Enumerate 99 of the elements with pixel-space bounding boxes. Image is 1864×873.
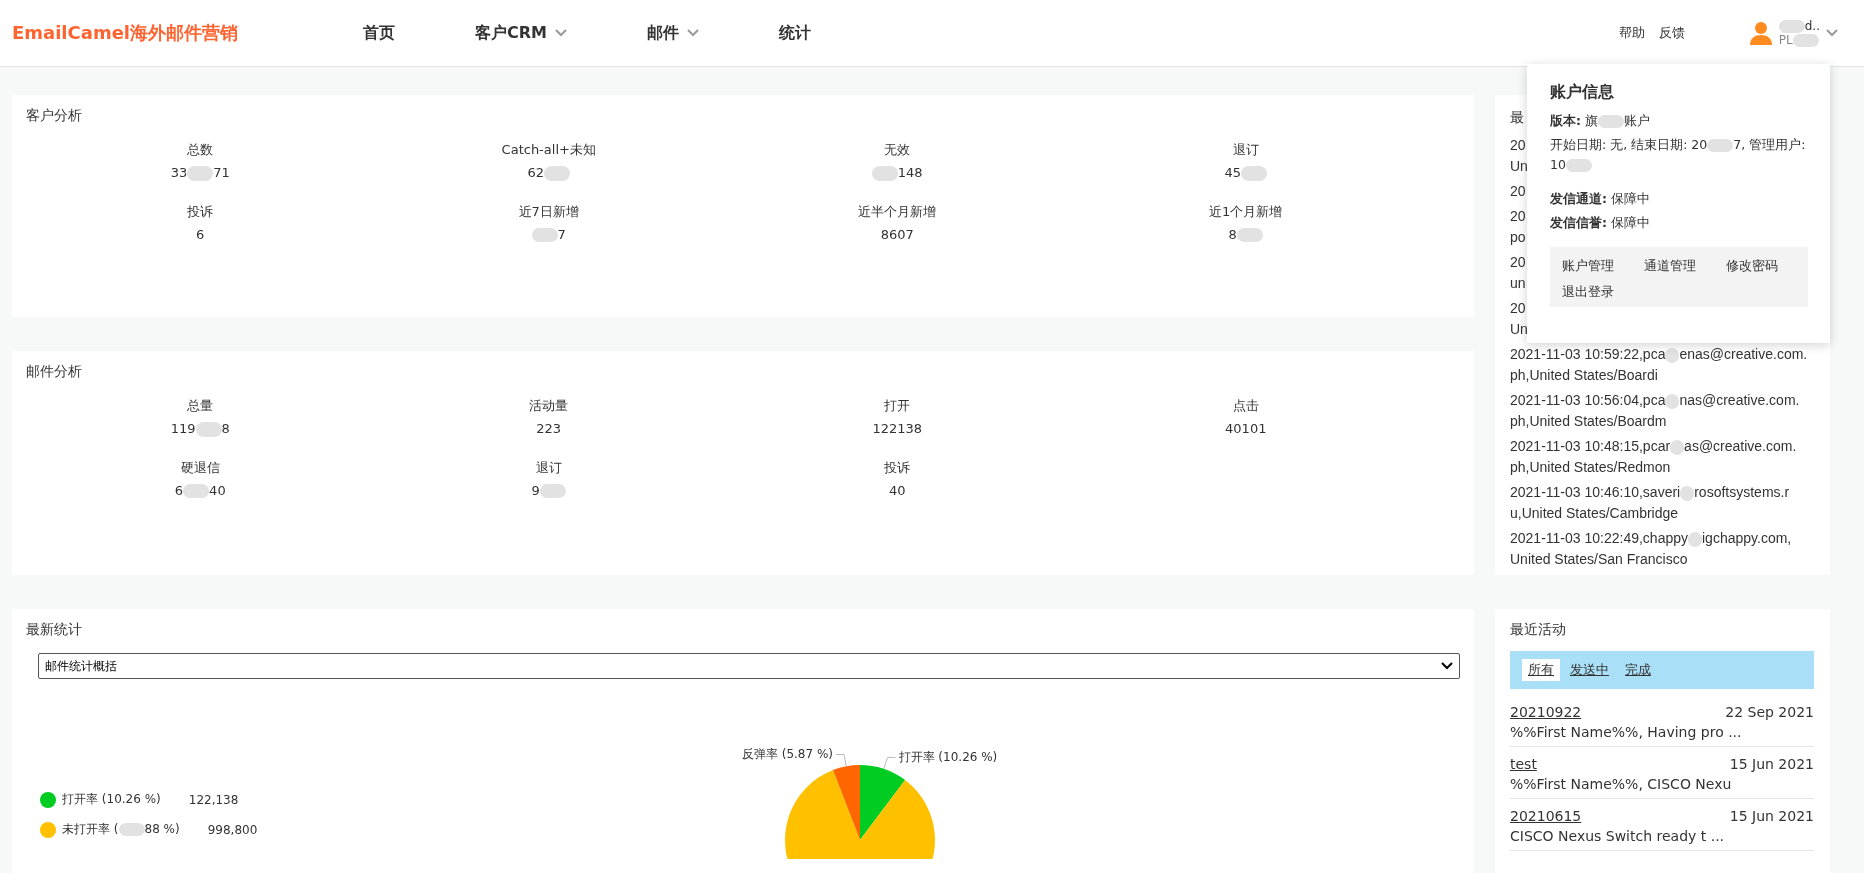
stat-value: 40101 bbox=[1225, 421, 1267, 436]
stat-label: 无效 bbox=[884, 141, 911, 159]
campaign-preview: %%First Name%%, Having pro ... bbox=[1510, 723, 1743, 741]
open-record: 20 bbox=[1510, 182, 1526, 201]
stat-label: 硬退信 bbox=[180, 458, 220, 477]
stat-label: 退订 bbox=[1232, 141, 1259, 159]
legend-value: 998,800 bbox=[207, 822, 258, 837]
open-record: Un bbox=[1510, 157, 1528, 176]
open-record: u,United States/Cambridge bbox=[1510, 504, 1679, 523]
legend-label: 打开率 (10.26 %) bbox=[62, 791, 161, 808]
open-record: ph,United States/Boardi bbox=[1510, 366, 1658, 385]
open-record: ph,United States/Boardm bbox=[1510, 412, 1667, 431]
open-record: 2021-11-03 10:22:49,chappy igchappy.com, bbox=[1510, 529, 1792, 549]
open-record: 2021-11-03 10:56:04,pca nas@creative.com. bbox=[1510, 391, 1800, 411]
section-title: 最近活动 bbox=[1510, 621, 1567, 639]
stat-value: 9 bbox=[531, 482, 566, 499]
status-value: 保障中 bbox=[1611, 191, 1651, 206]
account-action[interactable]: 修改密码 bbox=[1726, 257, 1778, 275]
campaign-date: 22 Sep 2021 bbox=[1725, 703, 1814, 721]
stat-label: 点击 bbox=[1232, 397, 1259, 415]
stat-value: 6 40 bbox=[174, 482, 226, 499]
stat-label: 打开 bbox=[884, 397, 911, 415]
header-link[interactable]: 反馈 bbox=[1658, 24, 1685, 42]
legend-value: 122,138 bbox=[188, 792, 239, 807]
chevron-down-icon bbox=[555, 29, 567, 37]
open-record: 2021-11-03 10:48:15,pcar as@creative.com. bbox=[1510, 437, 1797, 457]
campaign-link[interactable]: 20210922 bbox=[1510, 703, 1726, 721]
open-record: po bbox=[1510, 228, 1526, 247]
stat-value: 119 8 bbox=[170, 421, 230, 437]
select-field[interactable]: 邮件统计概括 bbox=[38, 653, 1460, 679]
section-title: 最 bbox=[1510, 109, 1524, 127]
stat-value: 8607 bbox=[880, 226, 914, 242]
slice-label: 反弹率 (5.87 %) bbox=[741, 747, 834, 762]
legend-label: 未打开率 ( 88 %) bbox=[62, 821, 180, 838]
stat-value: 62 bbox=[527, 165, 570, 181]
stat-label: Catch-all+未知 bbox=[501, 141, 596, 159]
filter-tab[interactable]: 所有 bbox=[1522, 659, 1560, 681]
status-label: 发信通道: bbox=[1550, 191, 1608, 206]
stat-value: 223 bbox=[536, 421, 562, 436]
section-title: 客户分析 bbox=[26, 107, 83, 125]
open-record: 20 bbox=[1510, 253, 1526, 272]
open-record: United States/San Francisco bbox=[1510, 550, 1688, 569]
nav-item[interactable]: 邮件 bbox=[647, 22, 699, 44]
open-record: 20 bbox=[1510, 136, 1526, 155]
campaign-link[interactable]: 20210615 bbox=[1510, 807, 1730, 825]
stat-label: 投诉 bbox=[187, 202, 214, 221]
stat-value: 8 bbox=[1228, 226, 1263, 243]
account-action[interactable]: 退出登录 bbox=[1562, 283, 1614, 301]
stat-value: 7 bbox=[531, 226, 566, 243]
account-action[interactable]: 通道管理 bbox=[1644, 257, 1696, 275]
stat-label: 投诉 bbox=[884, 458, 911, 477]
open-record: ph,United States/Redmon bbox=[1510, 458, 1671, 477]
header-link[interactable]: 帮助 bbox=[1618, 24, 1645, 42]
leader-line bbox=[835, 754, 847, 767]
chevron-down-icon bbox=[687, 29, 699, 37]
stat-label: 活动量 bbox=[529, 397, 569, 415]
section-title: 最新统计 bbox=[26, 621, 83, 639]
filter-tab[interactable]: 完成 bbox=[1619, 659, 1657, 681]
stat-value: 33 71 bbox=[170, 165, 230, 181]
campaign-date: 15 Jun 2021 bbox=[1729, 807, 1814, 825]
stat-label: 总数 bbox=[187, 141, 214, 159]
user-avatar-icon[interactable] bbox=[1748, 21, 1773, 45]
open-record: Un bbox=[1510, 320, 1528, 339]
nav-item[interactable]: 客户CRM bbox=[475, 22, 567, 44]
slice-label: 打开率 (10.26 %) bbox=[898, 750, 998, 765]
account-dates: 开始日期: 无, 结束日期: 20 7, 管理用户: 10 bbox=[1550, 136, 1807, 175]
edition-label: 版本: bbox=[1550, 113, 1582, 128]
status-label: 发信信誉: bbox=[1550, 215, 1608, 230]
campaign-link[interactable]: test bbox=[1510, 755, 1730, 773]
stat-label: 退订 bbox=[535, 458, 562, 477]
chevron-down-icon bbox=[1826, 29, 1838, 37]
stat-value: 45 bbox=[1224, 165, 1267, 181]
campaign-preview: CISCO Nexus Switch ready t ... bbox=[1510, 827, 1726, 845]
popup-title: 账户信息 bbox=[1550, 82, 1615, 103]
user-subtitle: PL bbox=[1778, 33, 1820, 48]
filter-tab[interactable]: 发送中 bbox=[1564, 659, 1615, 681]
edition-value: 旗 账户 bbox=[1585, 113, 1651, 128]
nav-item[interactable]: 首页 bbox=[363, 22, 395, 44]
campaign-preview: %%First Name%%, CISCO Nexu bbox=[1510, 775, 1733, 793]
stat-value: 122138 bbox=[872, 421, 923, 436]
stat-label: 近半个月新增 bbox=[858, 202, 937, 221]
stat-value: 40 bbox=[888, 482, 906, 498]
leader-line bbox=[883, 757, 897, 770]
open-record: 2021-11-03 10:59:22,pca enas@creative.com. bbox=[1510, 345, 1808, 365]
campaign-date: 15 Jun 2021 bbox=[1729, 755, 1814, 773]
status-value: 保障中 bbox=[1611, 215, 1651, 230]
open-record: 2021-11-03 10:46:10,saveri rosoftsystems.r bbox=[1510, 483, 1790, 503]
open-record: 20 bbox=[1510, 207, 1526, 226]
nav-item[interactable]: 统计 bbox=[779, 22, 811, 44]
account-action[interactable]: 账户管理 bbox=[1562, 257, 1614, 275]
stat-label: 近1个月新增 bbox=[1209, 202, 1283, 221]
section-title: 邮件分析 bbox=[26, 363, 83, 381]
open-record: 20 bbox=[1510, 299, 1526, 318]
chevron-down-icon bbox=[1441, 662, 1453, 670]
stat-label: 总量 bbox=[187, 397, 214, 415]
stat-value: 6 bbox=[196, 226, 205, 242]
open-record: un bbox=[1510, 274, 1526, 293]
stat-label: 近7日新增 bbox=[518, 202, 579, 221]
stat-value: 148 bbox=[871, 165, 923, 181]
